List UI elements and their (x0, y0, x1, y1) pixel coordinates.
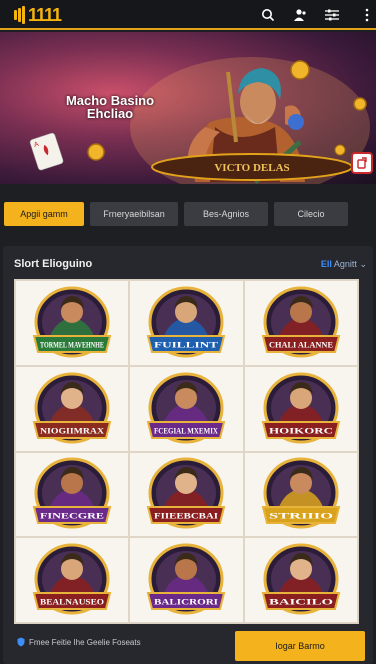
game-artwork: HOIKORC (261, 372, 341, 444)
logo-bar (14, 10, 17, 20)
menu-icon[interactable] (360, 5, 374, 25)
game-title: FUILLINT (154, 340, 219, 349)
game-artwork: FINECGRE (32, 457, 112, 529)
banner-platform-text: VICTO DELAS (214, 162, 289, 174)
logo-bar (22, 6, 25, 24)
game-artwork: TORMEL MAVEHNHE (32, 286, 112, 358)
game-artwork: FUILLINT (147, 286, 226, 358)
chevron-down-icon: ⌄ (359, 259, 367, 269)
logo-bar (18, 8, 21, 22)
game-tile[interactable]: BAICILO (243, 537, 358, 623)
game-title: TORMEL MAVEHNHE (40, 340, 104, 349)
game-title: FCEGIAL MXEMIX (154, 426, 218, 435)
game-title: BEALNAUSEO (40, 598, 104, 607)
banner-action-button[interactable] (351, 152, 373, 174)
game-tile[interactable]: FIIEEBCBAI (129, 451, 244, 538)
game-tile[interactable]: HOIKORC (243, 365, 358, 452)
game-artwork: FCEGIAL MXEMIX (147, 372, 226, 444)
category-tabs: Apgii gamm Frneryaeibilsan Bes-Agnios Ci… (0, 198, 376, 232)
game-artwork: FIIEEBCBAI (147, 457, 226, 529)
game-title: BALICRORI (154, 598, 218, 607)
game-title: BAICILO (269, 598, 333, 607)
game-tile[interactable]: BEALNAUSEO (15, 537, 130, 623)
game-tile[interactable]: BALICRORI (129, 537, 244, 623)
logo-text: 1111 (28, 4, 62, 25)
users-icon[interactable] (289, 5, 309, 25)
tab-frneryaeibilsan[interactable]: Frneryaeibilsan (90, 202, 178, 226)
game-grid: TORMEL MAVEHNHE FUILLINT CHALI ALANNE NIOGI… (14, 279, 359, 624)
banner-title: Macho Basino Ehcliao (65, 93, 155, 121)
game-artwork: NIOGIIMRAX (32, 372, 112, 444)
footer-note-text: Fmee Feitie Ihe Geelie Foseats (29, 637, 141, 647)
game-tile[interactable]: NIOGIIMRAX (15, 365, 130, 452)
game-tile[interactable]: FUILLINT (129, 280, 244, 366)
app-logo[interactable]: 1111 (14, 4, 62, 26)
game-artwork: BAICILO (261, 543, 341, 615)
game-tile[interactable]: CHALI ALANNE (243, 280, 358, 366)
game-tile[interactable]: TORMEL MAVEHNHE (15, 280, 130, 366)
game-tile[interactable]: STRIIIO (243, 451, 358, 538)
game-title: FIIEEBCBAI (154, 512, 218, 521)
tab-cilecio[interactable]: Cilecio (274, 202, 348, 226)
game-tile[interactable]: FINECGRE (15, 451, 130, 538)
tab-bes-agnios[interactable]: Bes-Agnios (184, 202, 268, 226)
game-artwork: CHALI ALANNE (261, 286, 341, 358)
sort-prefix: Ell (320, 259, 332, 269)
game-title: HOIKORC (269, 426, 333, 435)
footer-note: Fmee Feitie Ihe Geelie Foseats (17, 637, 141, 647)
game-title: NIOGIIMRAX (40, 426, 104, 435)
game-title: FINECGRE (40, 512, 104, 521)
game-artwork: STRIIIO (261, 457, 341, 529)
hero-banner[interactable]: A VICTO DELAS Macho Basino Ehcliao (0, 32, 376, 184)
section-title: Slort Elioguino (14, 258, 93, 270)
filter-icon[interactable] (322, 5, 342, 25)
game-artwork: BALICRORI (147, 543, 226, 615)
share-icon (357, 157, 367, 169)
sort-label: Agnitt (333, 259, 357, 269)
game-title: STRIIIO (269, 512, 333, 521)
games-panel: Slort Elioguino Ell Agnitt ⌄ TORMEL MAVE… (3, 246, 373, 664)
top-bar: 1111 (0, 0, 376, 30)
game-artwork: BEALNAUSEO (32, 543, 112, 615)
sort-dropdown[interactable]: Ell Agnitt ⌄ (321, 259, 367, 270)
search-icon[interactable] (258, 5, 278, 25)
primary-action-button[interactable]: Iogar Barmo (235, 631, 365, 661)
shield-icon (17, 637, 25, 647)
game-tile[interactable]: FCEGIAL MXEMIX (129, 365, 244, 452)
game-title: CHALI ALANNE (269, 340, 333, 349)
tab-apgii-gamm[interactable]: Apgii gamm (4, 202, 84, 226)
